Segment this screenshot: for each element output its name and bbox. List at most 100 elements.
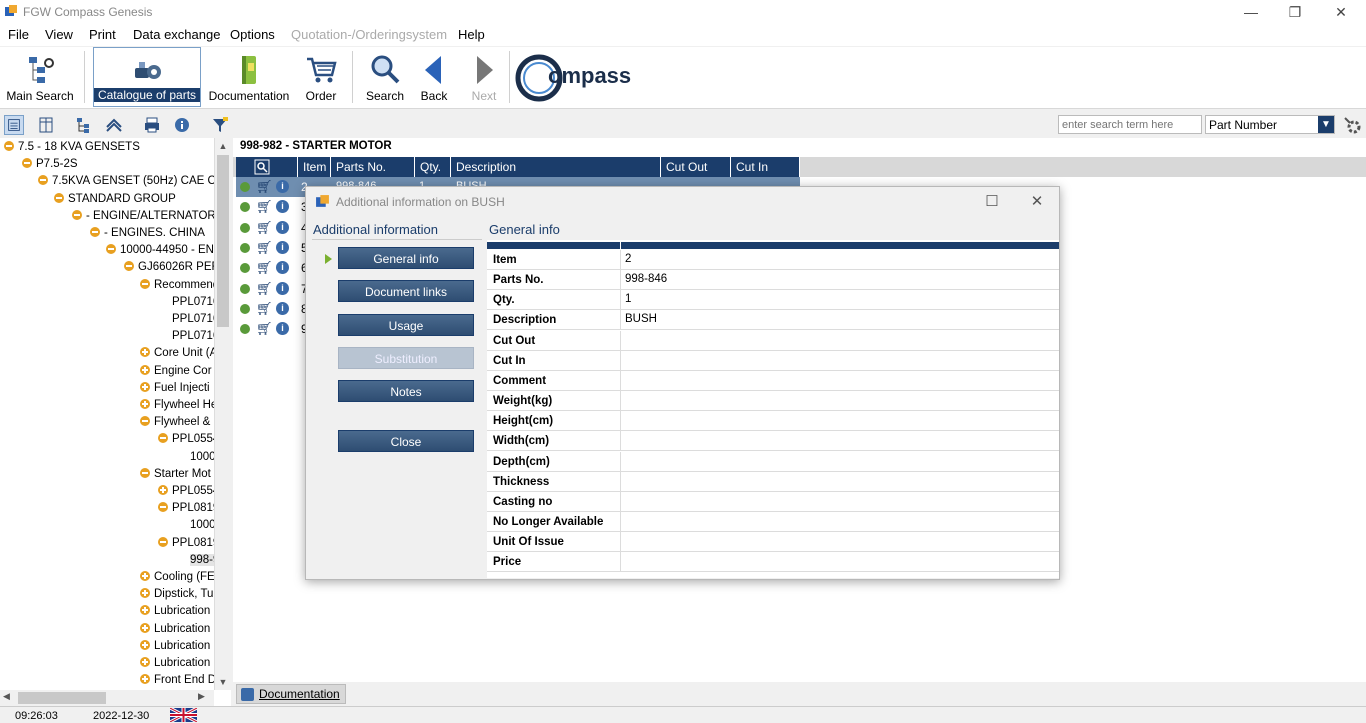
table-row[interactable]: 🛒︎ i [236, 299, 298, 319]
printer-icon[interactable] [142, 115, 162, 135]
usage-button[interactable]: Usage [338, 314, 474, 336]
general-info-button[interactable]: General info [338, 247, 474, 269]
collapse-icon[interactable] [4, 141, 14, 151]
collapse-icon[interactable] [140, 416, 150, 427]
minimize-button[interactable]: — [1236, 2, 1266, 22]
info-icon[interactable]: i [276, 220, 289, 234]
gear-icon[interactable] [240, 324, 250, 335]
documentation-button[interactable]: Documentation [208, 47, 290, 107]
close-button[interactable]: Close [338, 430, 474, 452]
tree-node[interactable]: Starter Mot [140, 466, 214, 483]
parts-tree[interactable]: 7.5 - 18 KVA GENSETS P7.5-2S 7.5KVA GENSET… [0, 138, 231, 706]
table-row[interactable]: 🛒︎ i [236, 197, 298, 217]
search-type-select[interactable]: Part Number ▼ [1205, 115, 1335, 134]
column-header-cut-in[interactable]: Cut In [731, 157, 800, 177]
scroll-up-icon[interactable]: ▲ [215, 138, 231, 154]
close-icon[interactable]: ✕ [1022, 191, 1052, 213]
gear-icon[interactable] [240, 222, 250, 233]
tree-node[interactable]: 10000-44950 - ENG [106, 242, 214, 259]
column-header-cut-out[interactable]: Cut Out [661, 157, 731, 177]
table-row[interactable]: 🛒︎ i [236, 238, 298, 258]
info-icon[interactable]: i [276, 322, 289, 336]
tree-node[interactable]: STANDARD GROUP [54, 191, 214, 208]
table-row[interactable]: 🛒︎ i [236, 177, 298, 197]
tree-node[interactable]: - ENGINE/ALTERNATORS. [72, 208, 214, 225]
cart-icon[interactable]: 🛒︎ [256, 321, 273, 337]
expand-icon[interactable] [140, 622, 150, 633]
info-icon[interactable]: i [276, 240, 289, 254]
expand-icon[interactable] [140, 588, 150, 599]
tree-node[interactable]: PPL0819 [158, 535, 214, 552]
collapse-icon[interactable] [72, 209, 82, 220]
tree-node[interactable]: Fuel Injecti [140, 380, 214, 397]
gear-icon[interactable] [240, 303, 250, 314]
table-row[interactable]: 🛒︎ i [236, 319, 298, 339]
tree-vertical-scrollbar[interactable]: ▲ ▼ [214, 138, 231, 690]
menu-view[interactable]: View [45, 27, 73, 42]
document-links-button[interactable]: Document links [338, 280, 474, 302]
tree-node[interactable]: 7.5 - 18 KVA GENSETS [4, 139, 214, 156]
info-icon[interactable] [172, 115, 192, 135]
collapse-icon[interactable] [124, 261, 134, 272]
expand-icon[interactable] [140, 399, 150, 409]
column-header-parts-no[interactable]: Parts No. [331, 157, 415, 177]
gear-icon[interactable] [240, 242, 250, 253]
scroll-down-icon[interactable]: ▼ [215, 674, 231, 690]
expand-icon[interactable] [140, 674, 150, 685]
cart-icon[interactable]: 🛒︎ [256, 199, 273, 215]
menu-file[interactable]: File [8, 27, 29, 42]
collapse-icon[interactable] [90, 227, 100, 237]
gear-icon[interactable] [240, 182, 250, 192]
tree-node[interactable]: 7.5KVA GENSET (50Hz) CAE CAN [38, 173, 214, 190]
cart-icon[interactable]: 🛒︎ [256, 220, 273, 236]
scroll-thumb[interactable] [18, 692, 106, 704]
menu-quotation[interactable]: Quotation-/Orderingsystem [291, 27, 447, 42]
expand-icon[interactable] [140, 639, 150, 650]
tree-node[interactable]: Lubrication [140, 603, 214, 620]
info-icon[interactable]: i [276, 301, 289, 315]
expand-icon[interactable] [140, 605, 150, 616]
back-button[interactable]: Back [414, 47, 454, 107]
maximize-icon[interactable]: ☐ [977, 191, 1007, 213]
close-window-button[interactable]: ✕ [1326, 2, 1356, 22]
filter-icon[interactable] [210, 115, 230, 135]
grid-search-icon[interactable] [254, 159, 270, 175]
tree-node[interactable]: Engine Cor [140, 363, 214, 380]
notes-button[interactable]: Notes [338, 380, 474, 402]
scroll-thumb[interactable] [217, 155, 229, 327]
cart-icon[interactable]: 🛒︎ [256, 260, 273, 276]
catalogue-of-parts-button[interactable]: Catalogue of parts [93, 47, 201, 107]
expand-icon[interactable] [140, 364, 150, 375]
gear-icon[interactable] [240, 283, 250, 294]
gear-icon[interactable] [240, 202, 250, 213]
collapse-icon[interactable] [106, 244, 116, 255]
restore-button[interactable]: ❐ [1280, 2, 1310, 22]
scroll-left-icon[interactable]: ◀ [3, 691, 10, 702]
tree-node[interactable]: GJ66026R PERK [124, 259, 214, 276]
table-row[interactable]: 🛒︎ i [236, 218, 298, 238]
search-settings-icon[interactable] [1342, 115, 1362, 135]
menu-data-exchange[interactable]: Data exchange [133, 27, 220, 42]
expand-icon[interactable] [140, 571, 150, 581]
table-row[interactable]: 🛒︎ i [236, 279, 298, 299]
order-button[interactable]: Order [298, 47, 344, 107]
expand-icon[interactable] [158, 485, 168, 495]
documentation-tab[interactable]: Documentation [236, 684, 346, 704]
tree-node[interactable]: Lubrication [140, 621, 214, 638]
collapse-up-icon[interactable] [104, 115, 124, 135]
tree-node[interactable]: - ENGINES. CHINA [90, 225, 214, 242]
tree-node[interactable]: PPL0554 [158, 431, 214, 448]
info-icon[interactable]: i [276, 281, 289, 295]
tree-node[interactable]: Dipstick, Tu [140, 586, 214, 603]
tree-node[interactable]: PPL0819 [158, 500, 214, 517]
collapse-icon[interactable] [140, 467, 150, 478]
menu-print[interactable]: Print [89, 27, 116, 42]
column-header-description[interactable]: Description [451, 157, 661, 177]
cart-icon[interactable]: 🛒︎ [256, 179, 273, 195]
expand-icon[interactable] [140, 657, 150, 667]
expand-icon[interactable] [140, 381, 150, 392]
column-header-item[interactable]: Item [298, 157, 331, 177]
info-icon[interactable]: i [276, 261, 289, 275]
tree-expand-icon[interactable] [74, 115, 94, 135]
tree-node[interactable]: Core Unit (A [140, 345, 214, 362]
